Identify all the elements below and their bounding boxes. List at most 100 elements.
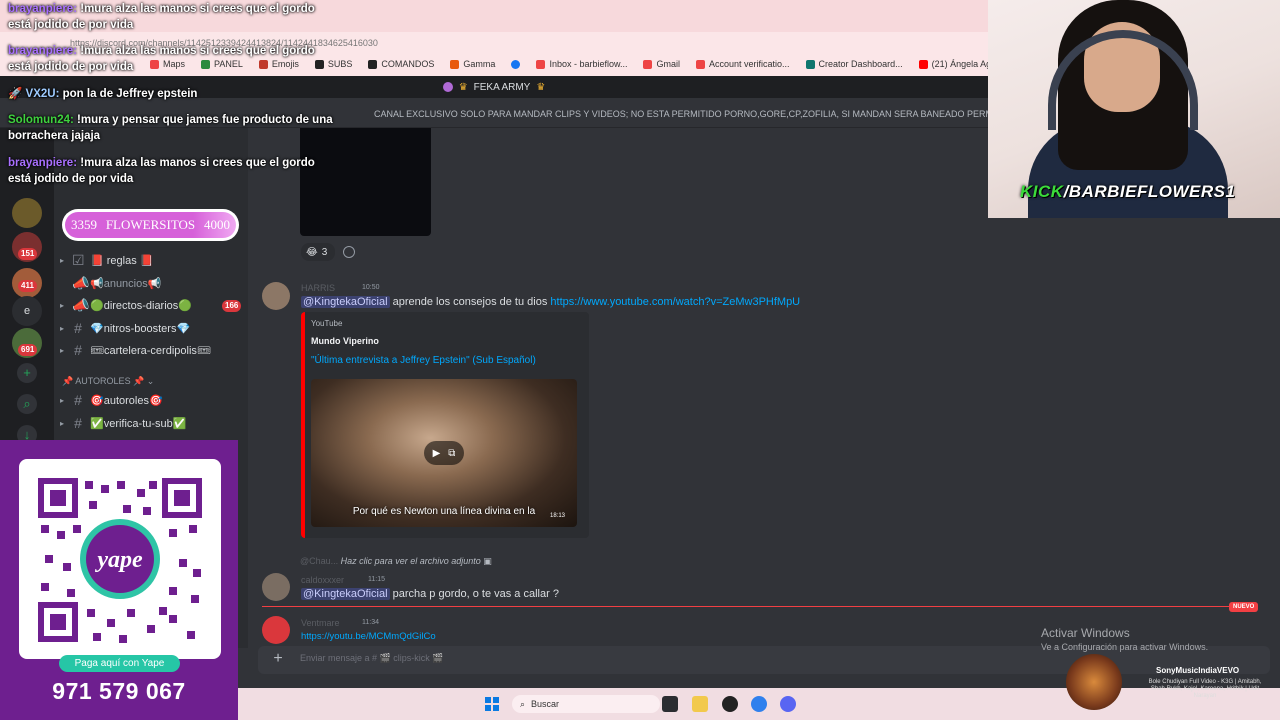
mention-badge: 166	[222, 300, 242, 312]
hashtag-icon: #	[74, 392, 82, 408]
channel-name: verifica-tu-sub	[103, 417, 173, 430]
yape-pay-button[interactable]: Paga aquí con Yape	[59, 655, 180, 672]
stream-handle: KICK/BARBIEFLOWERS1	[1020, 182, 1236, 201]
user-mention[interactable]: @KingtekaOficial	[301, 588, 390, 600]
new-messages-divider	[262, 606, 1254, 607]
category-autoroles[interactable]: 📌 AUTOROLES 📌 ⌄	[62, 376, 154, 387]
webcam-feed: KICK/BARBIEFLOWERS1	[988, 0, 1280, 218]
creator-icon	[805, 59, 815, 69]
add-server-icon[interactable]: +	[17, 363, 37, 383]
megaphone-icon: 📣	[72, 296, 90, 313]
crown-icon: ♛	[458, 81, 468, 93]
message-author[interactable]: caldoxxxer	[301, 575, 344, 585]
hashtag-icon: #	[74, 342, 82, 358]
comandos-icon	[368, 59, 378, 69]
message-input[interactable]	[300, 653, 900, 663]
bookmark-gamma[interactable]: Gamma	[450, 59, 495, 69]
unread-badge: 691	[18, 344, 38, 356]
server-icon[interactable]: e	[12, 296, 42, 326]
task-view-icon[interactable]	[662, 696, 678, 712]
windows-start-icon[interactable]	[485, 697, 499, 711]
channel-item-verifica-tu-sub[interactable]: ▸ # ✅verifica-tu-sub✅	[60, 413, 242, 433]
goal-progress-bar: 3359 FLOWERSITOS 4000	[62, 209, 239, 241]
video-caption: Por qué es Newton una línea divina en la	[352, 506, 536, 517]
activate-windows-watermark: Activar Windows Ve a Configuración para …	[1041, 626, 1209, 652]
chat-username: Solomun24:	[8, 114, 74, 126]
channel-name: cartelera-cerdipolis	[103, 344, 197, 357]
chat-username: brayanpiere:	[8, 157, 78, 169]
now-playing-widget: SonyMusicIndiaVEVO Bole Chudiyan Full Vi…	[1066, 654, 1280, 710]
stream-chat-overlay: brayanpiere: !mura alza las manos si cre…	[0, 0, 340, 190]
bookmark-facebook[interactable]	[511, 59, 521, 69]
discord-icon[interactable]	[780, 696, 796, 712]
app-icon[interactable]	[722, 696, 738, 712]
yape-phone-number: 971 579 067	[52, 678, 186, 704]
bookmark-comandos[interactable]: COMANDOS	[368, 59, 434, 69]
play-icon[interactable]: ▶ ⧉	[424, 441, 464, 465]
now-playing-artist: SonyMusicIndiaVEVO	[1156, 666, 1240, 675]
rules-icon: ☑	[72, 251, 85, 268]
explore-icon[interactable]: ⌕	[17, 394, 37, 414]
server-icon[interactable]	[12, 198, 42, 228]
new-badge: NUEVO	[1229, 602, 1259, 612]
channel-topic[interactable]: CANAL EXCLUSIVO SOLO PARA MANDAR CLIPS Y…	[374, 109, 988, 119]
bookmark-inbox[interactable]: Inbox - barbieflow...	[536, 59, 627, 69]
avatar[interactable]	[262, 282, 290, 310]
reply-preview[interactable]: @Chau... Haz clic para ver el archivo ad…	[300, 556, 492, 567]
gmail-icon	[696, 59, 705, 69]
embed-author[interactable]: Mundo Viperino	[311, 336, 379, 346]
now-playing-title: Bole Chudiyan Full Video - K3G | Amitabh…	[1148, 679, 1262, 699]
chevron-right-icon: ▸	[60, 323, 65, 333]
emoji-icon: 😂	[306, 246, 318, 258]
avatar[interactable]	[262, 573, 290, 601]
file-explorer-icon[interactable]	[692, 696, 708, 712]
message-time: 11:15	[368, 576, 385, 583]
video-duration: 18:13	[549, 513, 565, 519]
yape-logo: yape	[94, 547, 143, 573]
album-art	[1066, 654, 1122, 710]
crown-icon: ♛	[536, 81, 546, 93]
taskbar-search[interactable]: ⌕ Buscar	[512, 695, 660, 713]
bookmark-creator[interactable]: Creator Dashboard...	[805, 59, 903, 69]
embed-video[interactable]: ▶ ⧉ Por qué es Newton una línea divina en…	[311, 379, 577, 527]
youtube-icon	[918, 59, 928, 69]
channel-item-cartelera-cerdipolis[interactable]: ▸ # 🎟cartelera-cerdipolis🎟	[60, 340, 242, 360]
user-mention[interactable]: @KingtekaOficial	[301, 296, 390, 308]
channel-item-reglas[interactable]: ▸ ☑ 📕 reglas 📕	[60, 250, 242, 270]
rocket-icon: 🚀	[8, 88, 23, 100]
channel-item-nitros-boosters[interactable]: ▸ # 💎nitros-boosters💎	[60, 318, 242, 338]
reaction-pill[interactable]: 😂 3	[301, 243, 335, 261]
channel-item-directos-diarios[interactable]: ▸ 📣 🟢directos-diarios🟢	[60, 295, 242, 315]
bookmark-gmail[interactable]: Gmail	[643, 59, 680, 69]
unread-badge: 411	[18, 280, 37, 292]
channel-item-anuncios[interactable]: 📣 📢anuncios📢	[60, 273, 242, 293]
facebook-icon	[511, 59, 521, 69]
search-icon: ⌕	[520, 698, 526, 709]
goal-current: 3359	[71, 217, 97, 232]
chrome-icon[interactable]	[751, 696, 767, 712]
message-link[interactable]: https://www.youtube.com/watch?v=ZeMw3PHf…	[550, 296, 800, 308]
chevron-right-icon: ▸	[60, 300, 65, 310]
hashtag-icon: #	[74, 320, 82, 336]
embed-title[interactable]: "Última entrevista a Jeffrey Epstein" (S…	[311, 355, 536, 366]
chat-message: brayanpiere: !mura alza las manos si cre…	[8, 3, 315, 31]
bookmark-youtube[interactable]: (21) Ángela Aguila...	[918, 59, 988, 69]
open-external-icon[interactable]: ⧉	[448, 448, 455, 459]
chevron-right-icon: ▸	[60, 255, 65, 265]
message-author[interactable]: HARRIS	[301, 283, 335, 293]
add-attachment-icon[interactable]: +	[270, 651, 286, 667]
message-content: @KingtekaOficial aprende los consejos de…	[301, 296, 801, 308]
bookmark-account[interactable]: Account verificatio...	[696, 59, 790, 69]
avatar[interactable]	[262, 616, 290, 644]
chat-username: VX2U:	[25, 88, 60, 100]
hashtag-icon: #	[74, 415, 82, 431]
server-name: FEKA ARMY	[473, 81, 531, 93]
add-reaction-icon[interactable]	[343, 246, 355, 258]
message-link[interactable]: https://youtu.be/MCMmQdGilCo	[301, 631, 436, 642]
chevron-right-icon: ▸	[60, 395, 65, 405]
gmail-icon	[536, 59, 546, 69]
message-author[interactable]: Ventmare	[301, 618, 340, 628]
gmail-icon	[643, 59, 653, 69]
channel-item-autoroles[interactable]: ▸ # 🎯autoroles🎯	[60, 390, 242, 410]
qr-code: yape	[19, 459, 221, 659]
